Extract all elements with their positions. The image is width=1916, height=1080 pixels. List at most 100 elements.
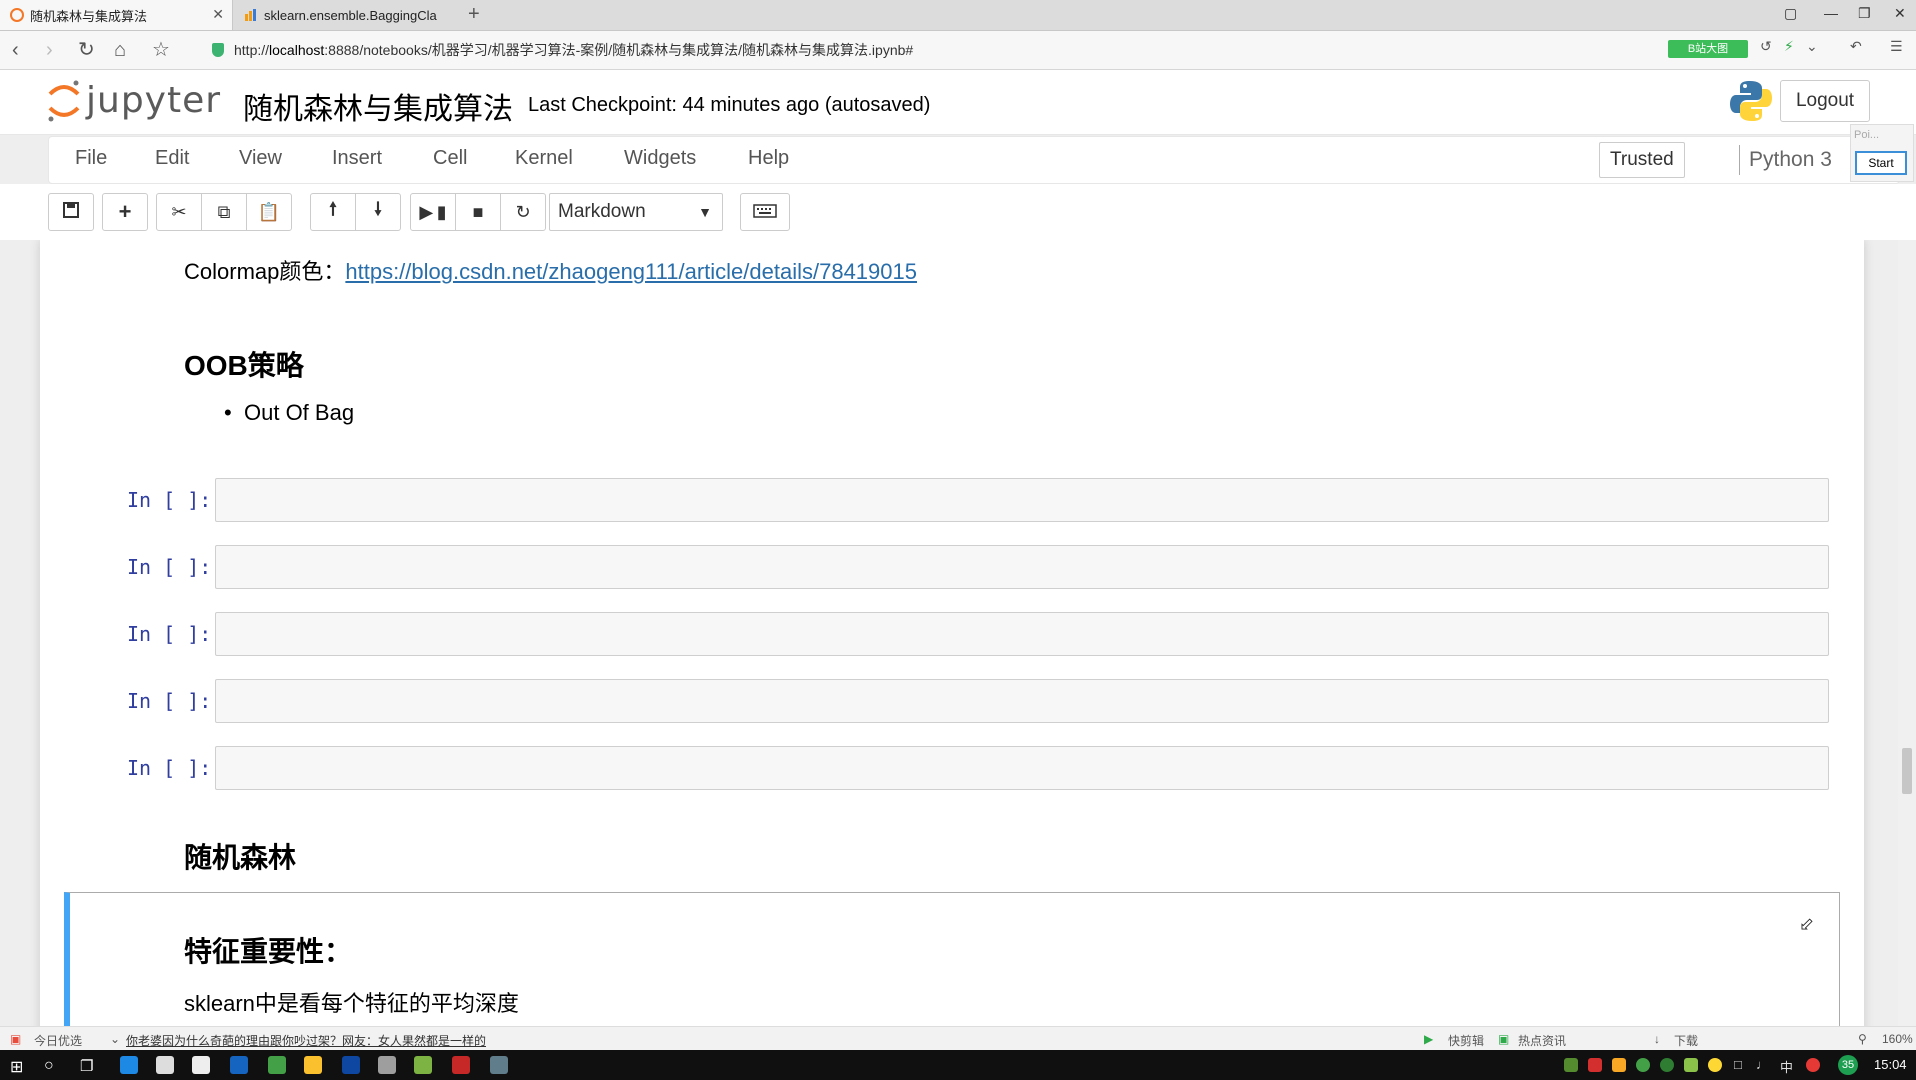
caret-down-icon: ▼ bbox=[698, 204, 712, 220]
code-cell-input[interactable] bbox=[215, 746, 1829, 790]
mail-icon[interactable] bbox=[192, 1056, 210, 1074]
start-popup: Poi... Start bbox=[1850, 124, 1914, 182]
bilibili-badge[interactable]: B站大图 bbox=[1668, 40, 1748, 58]
kernel-name[interactable]: Python 3 bbox=[1749, 148, 1832, 172]
jupyter-favicon-icon bbox=[10, 8, 24, 22]
360-browser-icon[interactable] bbox=[268, 1056, 286, 1074]
move-up-button[interactable]: 🠕 bbox=[310, 193, 356, 231]
edge-browser-icon[interactable] bbox=[120, 1056, 138, 1074]
command-palette-button[interactable] bbox=[740, 193, 790, 231]
tab-sklearn-docs[interactable]: sklearn.ensemble.BaggingCla bbox=[234, 0, 462, 30]
input-prompt: In [ ]: bbox=[127, 555, 212, 579]
recorder-icon[interactable] bbox=[452, 1056, 470, 1074]
forward-icon[interactable]: › bbox=[46, 38, 53, 62]
reload-icon[interactable]: ↻ bbox=[78, 38, 95, 62]
tray-app-icon[interactable] bbox=[1612, 1058, 1626, 1072]
wechat-icon[interactable] bbox=[1660, 1058, 1674, 1072]
run-button[interactable]: ▶ ▮ bbox=[410, 193, 456, 231]
input-prompt: In [ ]: bbox=[127, 622, 212, 646]
bookmark-star-icon[interactable]: ☆ bbox=[152, 38, 170, 62]
paste-button[interactable]: 📋 bbox=[246, 193, 292, 231]
menu-help[interactable]: Help bbox=[748, 147, 789, 170]
close-tab-icon[interactable]: ✕ bbox=[212, 6, 224, 23]
menu-cell[interactable]: Cell bbox=[433, 147, 467, 170]
jupyter-logo[interactable]: jupyter bbox=[46, 78, 221, 122]
close-window-icon[interactable]: ✕ bbox=[1894, 5, 1906, 22]
clock[interactable]: 15:04 bbox=[1874, 1057, 1907, 1072]
app-icon[interactable] bbox=[342, 1056, 360, 1074]
new-tab-icon[interactable]: + bbox=[468, 3, 480, 26]
vertical-scrollbar[interactable] bbox=[1898, 240, 1916, 1026]
jupyter-header: jupyter 随机森林与集成算法 Last Checkpoint: 44 mi… bbox=[0, 70, 1916, 135]
notification-count-badge[interactable]: 35 bbox=[1838, 1055, 1858, 1075]
tray-app-icon[interactable] bbox=[1684, 1058, 1698, 1072]
colormap-link[interactable]: https://blog.csdn.net/zhaogeng111/articl… bbox=[345, 259, 917, 284]
menu-insert[interactable]: Insert bbox=[332, 147, 382, 170]
share-icon[interactable]: ↺ bbox=[1760, 38, 1772, 55]
code-cell-input[interactable] bbox=[215, 612, 1829, 656]
notebook-name[interactable]: 随机森林与集成算法 bbox=[243, 84, 513, 128]
shirt-skin-icon[interactable]: ▢ bbox=[1784, 5, 1797, 22]
download-label[interactable]: 下载 bbox=[1674, 1032, 1698, 1049]
insert-cell-button[interactable]: + bbox=[102, 193, 148, 231]
notebook-menubar: File Edit View Insert Cell Kernel Widget… bbox=[48, 136, 1900, 184]
vscode-icon[interactable] bbox=[230, 1056, 248, 1074]
scrollbar-thumb[interactable] bbox=[1902, 748, 1912, 794]
menu-icon[interactable]: ☰ bbox=[1890, 38, 1903, 55]
menu-file[interactable]: File bbox=[75, 147, 107, 170]
zoom-level[interactable]: 160% bbox=[1882, 1032, 1913, 1046]
file-explorer-icon[interactable] bbox=[304, 1056, 322, 1074]
restore-icon[interactable]: ❐ bbox=[1858, 5, 1871, 22]
copy-button[interactable]: ⧉ bbox=[201, 193, 247, 231]
network-icon[interactable]: □ bbox=[1734, 1057, 1742, 1072]
home-icon[interactable]: ⌂ bbox=[114, 38, 126, 62]
minimize-icon[interactable]: — bbox=[1824, 5, 1838, 21]
app-icon[interactable] bbox=[378, 1056, 396, 1074]
zoom-icon: ⚲ bbox=[1858, 1032, 1867, 1046]
list-item: • Out Of Bag bbox=[224, 400, 355, 425]
menu-view[interactable]: View bbox=[239, 147, 282, 170]
menu-edit[interactable]: Edit bbox=[155, 147, 189, 170]
lightning-icon[interactable]: ⚡ bbox=[1784, 38, 1794, 55]
tray-app-icon[interactable] bbox=[1564, 1058, 1578, 1072]
today-picks-label[interactable]: 今日优选 bbox=[34, 1032, 82, 1049]
volume-icon[interactable]: ♩ bbox=[1756, 1057, 1769, 1072]
tray-app-icon[interactable] bbox=[1588, 1058, 1602, 1072]
hot-news-label[interactable]: 热点资讯 bbox=[1518, 1032, 1566, 1049]
chevron-down-icon[interactable]: ⌄ bbox=[1806, 38, 1818, 55]
quick-clip-label[interactable]: 快剪辑 bbox=[1448, 1032, 1484, 1049]
logout-button[interactable]: Logout bbox=[1780, 80, 1870, 122]
cell-type-value: Markdown bbox=[558, 201, 646, 222]
cortana-icon[interactable]: ○ bbox=[44, 1057, 54, 1075]
store-icon[interactable] bbox=[156, 1056, 174, 1074]
code-cell-input[interactable] bbox=[215, 545, 1829, 589]
restart-button[interactable]: ↻ bbox=[500, 193, 546, 231]
tab-notebook[interactable]: 随机森林与集成算法 ✕ bbox=[0, 0, 233, 30]
task-view-icon[interactable]: ❐ bbox=[80, 1057, 93, 1075]
sogou-icon[interactable] bbox=[1806, 1058, 1820, 1072]
input-prompt: In [ ]: bbox=[127, 488, 212, 512]
trusted-indicator[interactable]: Trusted bbox=[1599, 142, 1685, 178]
code-cell-input[interactable] bbox=[215, 679, 1829, 723]
pycharm-icon[interactable] bbox=[414, 1056, 432, 1074]
cut-button[interactable]: ✂ bbox=[156, 193, 202, 231]
address-bar: ‹ › ↻ ⌂ ☆ http://localhost:8888/notebook… bbox=[0, 31, 1916, 70]
menu-widgets[interactable]: Widgets bbox=[624, 147, 696, 170]
interrupt-button[interactable]: ■ bbox=[455, 193, 501, 231]
news-ticker[interactable]: 你老婆因为什么奇葩的理由跟你吵过架？网友：女人果然都是一样的 bbox=[126, 1032, 486, 1049]
code-cell-input[interactable] bbox=[215, 478, 1829, 522]
ime-indicator[interactable]: 中 bbox=[1780, 1057, 1793, 1076]
move-down-button[interactable]: 🠗 bbox=[355, 193, 401, 231]
kernel-separator bbox=[1739, 145, 1740, 175]
back-icon[interactable]: ‹ bbox=[12, 38, 19, 62]
undo-icon[interactable]: ↶ bbox=[1850, 38, 1862, 55]
tray-app-icon[interactable] bbox=[1708, 1058, 1722, 1072]
menu-kernel[interactable]: Kernel bbox=[515, 147, 573, 170]
app-icon[interactable] bbox=[490, 1056, 508, 1074]
windows-start-icon[interactable]: ⊞ bbox=[10, 1057, 23, 1077]
tray-app-icon[interactable] bbox=[1636, 1058, 1650, 1072]
url-field[interactable]: http://localhost:8888/notebooks/机器学习/机器学… bbox=[212, 38, 913, 62]
save-button[interactable] bbox=[48, 193, 94, 231]
start-button[interactable]: Start bbox=[1855, 151, 1907, 175]
cell-type-select[interactable]: Markdown ▼ bbox=[549, 193, 723, 231]
